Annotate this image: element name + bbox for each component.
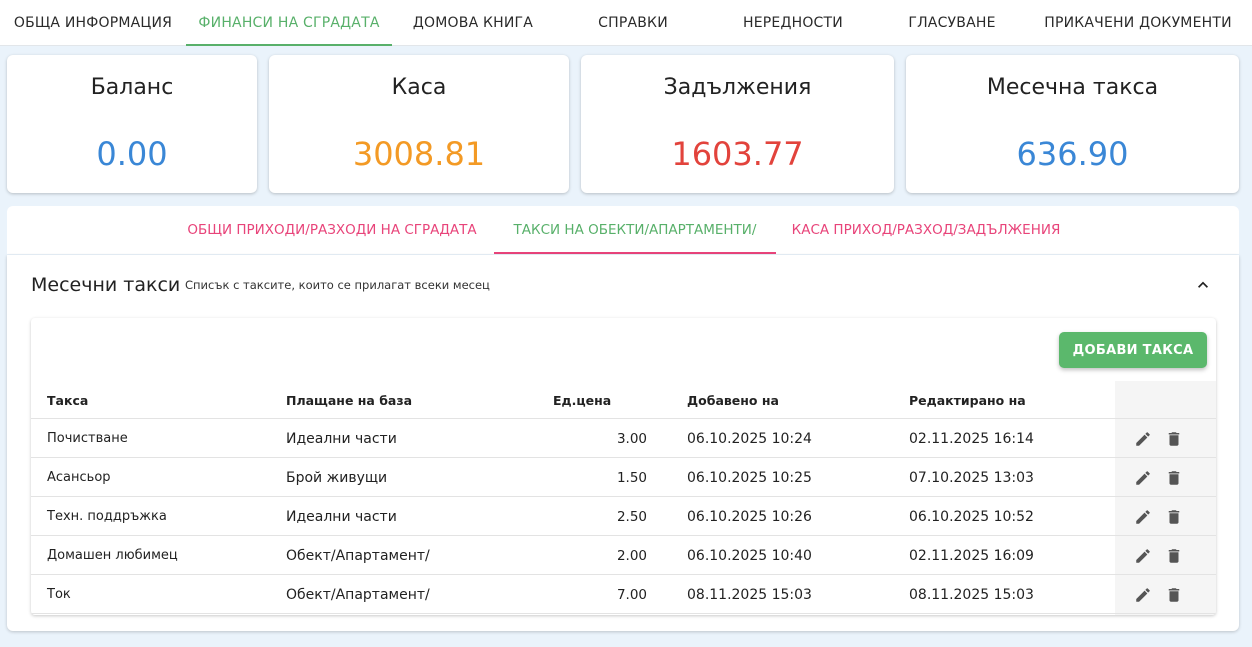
pencil-icon[interactable] (1133, 546, 1153, 566)
panel-subtitle: Списък с таксите, които се прилагат всек… (185, 278, 490, 292)
table-row: Почистване Идеални части 3.00 06.10.2025… (31, 419, 1216, 458)
finance-subtabs: Общи приходи/разходи на сградата Такси н… (7, 206, 1239, 254)
tab-general-info[interactable]: Обща информация (0, 0, 186, 46)
cell-payment-basis: Обект/Апартамент/ (286, 586, 430, 603)
cell-fee-name: Техн. поддръжка (47, 509, 167, 524)
pencil-icon[interactable] (1133, 429, 1153, 449)
table-row: Асансьор Брой живущи 1.50 06.10.2025 10:… (31, 458, 1216, 497)
cell-added-on: 08.11.2025 15:03 (687, 586, 812, 603)
subtab-cash-register[interactable]: Каса приход/разход/задължения (776, 206, 1076, 254)
tab-reports[interactable]: Справки (554, 0, 712, 46)
column-header-payment-basis[interactable]: Плащане на база (286, 381, 412, 419)
stat-label: Месечна такса (986, 75, 1159, 100)
stat-value: 3008.81 (352, 135, 486, 173)
tab-voting[interactable]: Гласуване (874, 0, 1030, 46)
tab-irregularities[interactable]: Нередности (712, 0, 874, 46)
cell-payment-basis: Обект/Апартамент/ (286, 547, 430, 564)
trash-icon[interactable] (1164, 546, 1184, 566)
cell-edited-on: 06.10.2025 10:52 (909, 508, 1034, 525)
table-row: Домашен любимец Обект/Апартамент/ 2.00 0… (31, 536, 1216, 575)
cell-unit-price: 1.50 (616, 469, 647, 486)
table-header: Такса Плащане на база Ед.цена Добавено н… (31, 381, 1216, 419)
subtab-unit-fees[interactable]: Такси на обекти/апартаменти/ (494, 206, 776, 254)
add-fee-button[interactable]: ДОБАВИ ТАКСА (1059, 332, 1207, 368)
stat-card-monthly-fee: Месечна такса 636.90 (906, 55, 1239, 193)
panel-title: Месечни такси (31, 274, 181, 296)
column-header-unit-price[interactable]: Ед.цена (553, 381, 611, 419)
cell-edited-on: 07.10.2025 13:03 (909, 469, 1034, 486)
top-navigation: Обща информация Финанси на сградата Домо… (0, 0, 1252, 46)
cell-edited-on: 02.11.2025 16:09 (909, 547, 1034, 564)
stat-label: Задължения (663, 75, 812, 100)
cell-fee-name: Асансьор (47, 470, 111, 485)
tab-attached-documents[interactable]: Прикачени документи (1030, 0, 1246, 46)
tab-house-book[interactable]: Домова книга (392, 0, 554, 46)
cell-fee-name: Ток (47, 587, 71, 602)
cell-unit-price: 2.50 (616, 508, 647, 525)
cell-added-on: 06.10.2025 10:26 (687, 508, 812, 525)
column-header-fee[interactable]: Такса (47, 381, 88, 419)
chevron-up-icon[interactable] (1193, 275, 1213, 295)
fees-table-card: ДОБАВИ ТАКСА Такса Плащане на база Ед.це… (31, 318, 1216, 615)
cell-payment-basis: Идеални части (286, 430, 397, 447)
monthly-fees-panel: Месечни такси Списък с таксите, които се… (7, 255, 1239, 631)
cell-added-on: 06.10.2025 10:24 (687, 430, 812, 447)
cell-payment-basis: Брой живущи (286, 469, 388, 486)
pencil-icon[interactable] (1133, 468, 1153, 488)
trash-icon[interactable] (1164, 585, 1184, 605)
cell-added-on: 06.10.2025 10:40 (687, 547, 812, 564)
column-header-edited-on[interactable]: Редактирано на (909, 381, 1026, 419)
stat-card-cash: Каса 3008.81 (269, 55, 569, 193)
cell-unit-price: 7.00 (616, 586, 647, 603)
table-row: Техн. поддръжка Идеални части 2.50 06.10… (31, 497, 1216, 536)
stat-value: 636.90 (1016, 135, 1129, 173)
trash-icon[interactable] (1164, 468, 1184, 488)
trash-icon[interactable] (1164, 429, 1184, 449)
tab-building-finances[interactable]: Финанси на сградата (186, 0, 392, 46)
cell-edited-on: 02.11.2025 16:14 (909, 430, 1034, 447)
stat-label: Каса (391, 75, 447, 100)
cell-unit-price: 3.00 (616, 430, 647, 447)
cell-fee-name: Домашен любимец (47, 548, 178, 563)
stat-value: 1603.77 (671, 135, 804, 173)
cell-unit-price: 2.00 (616, 547, 647, 564)
cell-fee-name: Почистване (47, 431, 128, 446)
cell-added-on: 06.10.2025 10:25 (687, 469, 812, 486)
stat-card-balance: Баланс 0.00 (7, 55, 257, 193)
cell-payment-basis: Идеални части (286, 508, 397, 525)
column-header-added-on[interactable]: Добавено на (687, 381, 779, 419)
table-row: Ток Обект/Апартамент/ 7.00 08.11.2025 15… (31, 575, 1216, 614)
stat-label: Баланс (90, 75, 174, 100)
pencil-icon[interactable] (1133, 507, 1153, 527)
stat-value: 0.00 (96, 135, 168, 173)
pencil-icon[interactable] (1133, 585, 1153, 605)
cell-edited-on: 08.11.2025 15:03 (909, 586, 1034, 603)
trash-icon[interactable] (1164, 507, 1184, 527)
stat-card-debts: Задължения 1603.77 (581, 55, 894, 193)
subtab-building-income-expenses[interactable]: Общи приходи/разходи на сградата (170, 206, 494, 254)
